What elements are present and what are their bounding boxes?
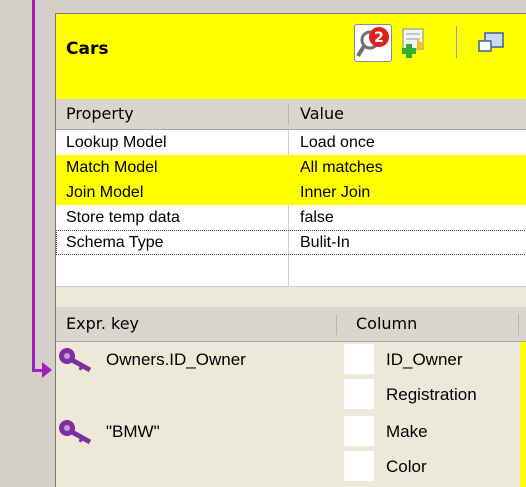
property-row-schema-type[interactable]: Schema Type Bulit-In [56, 230, 526, 255]
property-name: Schema Type [66, 234, 164, 251]
property-name: Lookup Model [66, 134, 167, 151]
column-cell[interactable] [344, 344, 374, 374]
property-name: Match Model [66, 159, 158, 176]
expression-row[interactable]: "BMW" Make [56, 414, 526, 449]
problems-badge-count: 2 [374, 30, 384, 46]
column-name: Registration [386, 385, 477, 404]
column-header-expr-key[interactable]: Expr. key [56, 309, 139, 339]
window-icon [478, 32, 504, 52]
expression-key[interactable]: Owners.ID_Owner [106, 342, 246, 377]
search-problems-icon: 2 [356, 27, 389, 58]
column-header-property[interactable]: Property [56, 99, 134, 129]
link-line-horizontal [32, 369, 42, 372]
column-cell[interactable] [344, 451, 374, 481]
property-value[interactable]: false [290, 205, 334, 230]
highlight-strip [520, 342, 526, 487]
property-row-match-model[interactable]: Match Model All matches [56, 155, 526, 180]
column-header-column[interactable]: Column [346, 309, 417, 339]
column-name: ID_Owner [386, 350, 463, 369]
section-separator [56, 286, 526, 307]
expressions-table: Owners.ID_Owner ID_Owner Registration "B… [56, 342, 526, 487]
property-name: Join Model [66, 184, 144, 201]
link-line [32, 0, 35, 372]
properties-header: Property Value [56, 99, 526, 130]
property-row-join-model[interactable]: Join Model Inner Join [56, 180, 526, 205]
property-row-lookup-model[interactable]: Lookup Model Load once [56, 130, 526, 155]
window-button[interactable] [474, 24, 512, 62]
lookup-table-panel: Cars 2 Property Value Lookup Model Load … [55, 13, 526, 487]
key-icon [59, 348, 92, 373]
property-name: Store temp data [66, 209, 180, 226]
property-value[interactable]: Load once [290, 130, 375, 155]
column-header-value[interactable]: Value [290, 99, 344, 129]
expression-row[interactable]: Color [56, 449, 526, 484]
property-value[interactable]: Inner Join [290, 180, 370, 205]
problems-button[interactable]: 2 [354, 24, 392, 62]
column-cell[interactable] [344, 416, 374, 446]
header-divider [336, 314, 337, 335]
column-cell[interactable] [344, 379, 374, 409]
key-icon [59, 420, 92, 445]
expression-row[interactable]: Registration [56, 377, 526, 412]
properties-table: Lookup Model Load once Match Model All m… [56, 130, 526, 286]
add-row-button[interactable] [394, 24, 432, 62]
toolbar-separator [456, 26, 457, 58]
column-name: Make [386, 422, 428, 441]
property-row-store-temp-data[interactable]: Store temp data false [56, 205, 526, 230]
expression-key[interactable]: "BMW" [106, 414, 160, 449]
table-header: Cars 2 [56, 14, 526, 99]
header-divider [288, 104, 289, 125]
property-value[interactable]: Bulit-In [290, 230, 350, 255]
link-arrow-icon [42, 362, 52, 378]
property-value[interactable]: All matches [290, 155, 383, 180]
add-row-icon [402, 28, 425, 58]
expressions-header: Expr. key Column [56, 307, 526, 342]
expression-row[interactable]: Owners.ID_Owner ID_Owner [56, 342, 526, 377]
table-title: Cars [66, 39, 109, 59]
column-name: Color [386, 457, 427, 476]
header-divider [518, 314, 519, 335]
